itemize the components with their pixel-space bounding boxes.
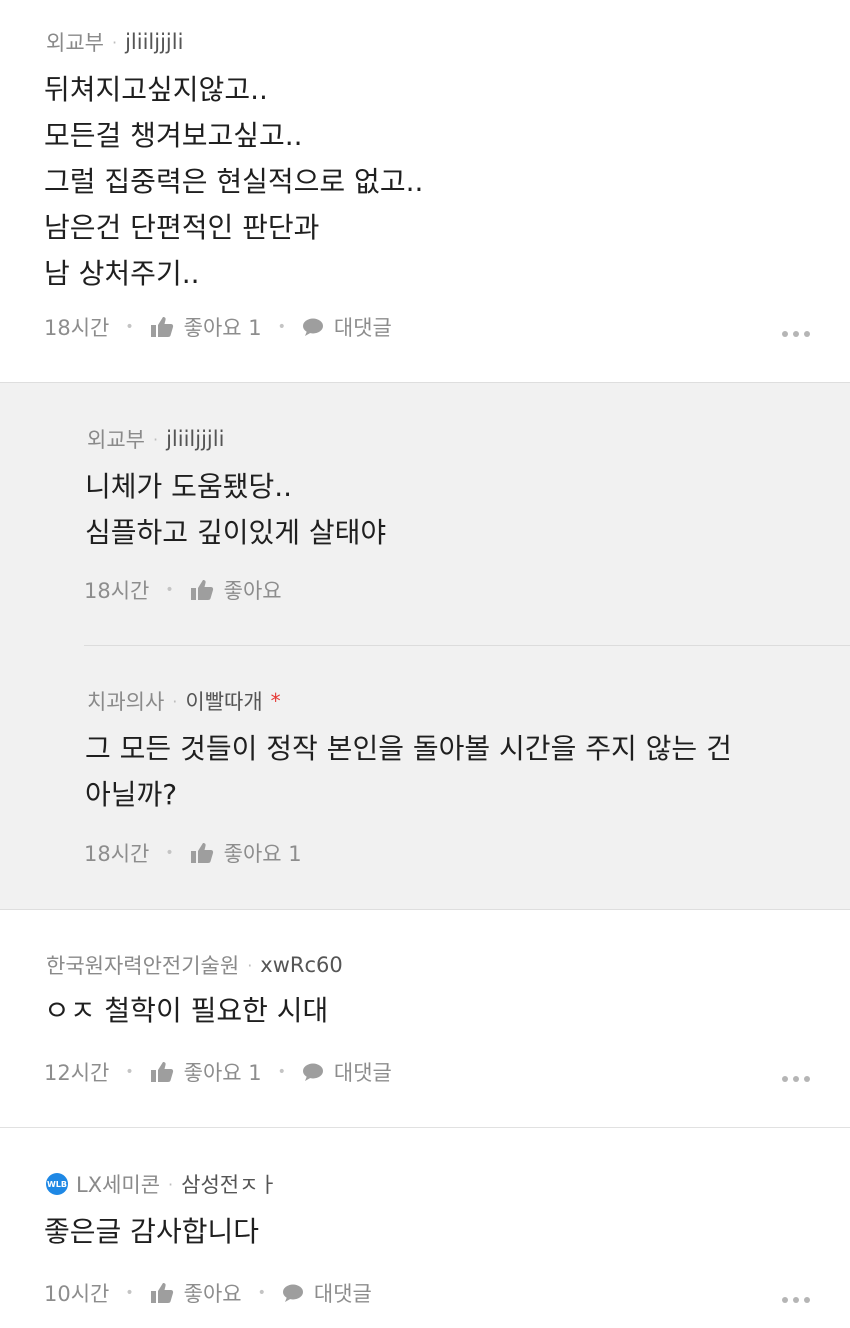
speech-bubble-icon bbox=[302, 1063, 323, 1081]
comment-line: 모든걸 챙겨보고싶고.. bbox=[44, 119, 303, 152]
comment-actions: 18시간 • 좋아요 1 bbox=[84, 838, 302, 868]
author-nickname: jliiljjjli bbox=[125, 30, 184, 54]
thumbs-up-icon bbox=[150, 1283, 173, 1303]
comment-line: 아닐까? bbox=[85, 778, 178, 811]
meta-separator: · bbox=[111, 32, 118, 52]
comment-author[interactable]: 외교부 · jliiljjjli bbox=[46, 27, 183, 57]
author-company: 외교부 bbox=[87, 428, 145, 452]
like-label: 좋아요 bbox=[183, 1282, 242, 1306]
author-nickname: 삼성전ㅈㅏ bbox=[181, 1173, 278, 1197]
wlb-badge-icon: WLB bbox=[46, 1173, 68, 1195]
thumbs-up-icon bbox=[150, 317, 173, 337]
comment-body: 뒤쳐지고싶지않고.. 모든걸 챙겨보고싶고.. 그럴 집중력은 현실적으로 없고… bbox=[44, 67, 423, 297]
more-dots-icon[interactable] bbox=[782, 1076, 810, 1082]
comment-body: 좋은글 감사합니다 bbox=[44, 1209, 259, 1255]
comment-body: 그 모든 것들이 정작 본인을 돌아볼 시간을 주지 않는 건 아닐까? bbox=[85, 726, 732, 818]
speech-bubble-icon bbox=[302, 318, 323, 336]
speech-bubble-icon bbox=[282, 1284, 303, 1302]
like-label: 좋아요 1 bbox=[183, 1061, 262, 1085]
reply-thread-background bbox=[0, 382, 850, 910]
comment-time: 18시간 bbox=[84, 579, 150, 603]
like-button[interactable]: 좋아요 1 bbox=[190, 838, 302, 868]
comment-line: 심플하고 깊이있게 살태야 bbox=[85, 516, 387, 549]
comment-actions: 18시간 • 좋아요 bbox=[84, 575, 282, 605]
like-button[interactable]: 좋아요 1 bbox=[150, 1057, 262, 1087]
reply-button[interactable]: 대댓글 bbox=[302, 1057, 392, 1087]
reply-button[interactable]: 대댓글 bbox=[282, 1278, 372, 1308]
comment-actions: 10시간 • 좋아요 • 대댓글 bbox=[44, 1278, 372, 1308]
comment-actions: 18시간 • 좋아요 1 • 대댓글 bbox=[44, 312, 392, 342]
like-label: 좋아요 1 bbox=[223, 842, 302, 866]
like-label: 좋아요 1 bbox=[183, 316, 262, 340]
like-label: 좋아요 bbox=[223, 579, 282, 603]
author-company: 치과의사 bbox=[87, 690, 165, 714]
like-button[interactable]: 좋아요 bbox=[150, 1278, 242, 1308]
meta-separator: · bbox=[172, 691, 178, 711]
like-button[interactable]: 좋아요 1 bbox=[150, 312, 262, 342]
more-dots-icon[interactable] bbox=[782, 331, 810, 337]
comment-time: 18시간 bbox=[44, 316, 110, 340]
reply-label: 대댓글 bbox=[333, 316, 392, 340]
comment-time: 12시간 bbox=[44, 1061, 110, 1085]
comment-body: ㅇㅈ 철학이 필요한 시대 bbox=[44, 988, 328, 1034]
author-company: 외교부 bbox=[46, 31, 104, 55]
comment-divider bbox=[0, 1127, 850, 1128]
comment-author[interactable]: 외교부 · jliiljjjli bbox=[87, 424, 224, 454]
reply-label: 대댓글 bbox=[313, 1282, 372, 1306]
author-nickname: 이빨따개 bbox=[185, 690, 263, 714]
reply-label: 대댓글 bbox=[333, 1061, 392, 1085]
comment-author[interactable]: 치과의사 · 이빨따개 * bbox=[87, 686, 281, 716]
comment-author[interactable]: 한국원자력안전기술원 · xwRc60 bbox=[46, 950, 343, 980]
comment-time: 18시간 bbox=[84, 842, 150, 866]
comment-line: 니체가 도움됐당.. bbox=[85, 470, 293, 503]
comment-feed: 외교부 · jliiljjjli 뒤쳐지고싶지않고.. 모든걸 챙겨보고싶고..… bbox=[0, 0, 850, 1328]
comment-line: ㅇㅈ 철학이 필요한 시대 bbox=[44, 994, 329, 1027]
comment-author[interactable]: WLB LX세미콘 · 삼성전ㅈㅏ bbox=[46, 1169, 278, 1199]
comment-body: 니체가 도움됐당.. 심플하고 깊이있게 살태야 bbox=[85, 464, 386, 556]
comment-line: 그 모든 것들이 정작 본인을 돌아볼 시간을 주지 않는 건 bbox=[85, 732, 732, 765]
more-dots-icon[interactable] bbox=[782, 1297, 810, 1303]
thumbs-up-icon bbox=[190, 580, 213, 600]
meta-separator: · bbox=[247, 955, 253, 975]
comment-actions: 12시간 • 좋아요 1 • 대댓글 bbox=[44, 1057, 392, 1087]
author-nickname: xwRc60 bbox=[260, 953, 343, 977]
meta-separator: · bbox=[152, 429, 159, 449]
author-company: LX세미콘 bbox=[76, 1173, 161, 1197]
comment-line: 좋은글 감사합니다 bbox=[44, 1215, 259, 1248]
comment-time: 10시간 bbox=[44, 1282, 110, 1306]
thumbs-up-icon bbox=[150, 1062, 173, 1082]
author-nickname: jliiljjjli bbox=[166, 427, 225, 451]
thumbs-up-icon bbox=[190, 843, 213, 863]
author-star: * bbox=[270, 689, 281, 713]
like-button[interactable]: 좋아요 bbox=[190, 575, 282, 605]
reply-button[interactable]: 대댓글 bbox=[302, 312, 392, 342]
comment-line: 남 상처주기.. bbox=[44, 257, 200, 290]
meta-separator: · bbox=[168, 1174, 174, 1194]
comment-line: 남은건 단편적인 판단과 bbox=[44, 211, 320, 244]
comment-line: 뒤쳐지고싶지않고.. bbox=[44, 73, 268, 106]
reply-divider bbox=[84, 645, 850, 646]
author-company: 한국원자력안전기술원 bbox=[46, 954, 240, 978]
comment-line: 그럴 집중력은 현실적으로 없고.. bbox=[44, 165, 424, 198]
